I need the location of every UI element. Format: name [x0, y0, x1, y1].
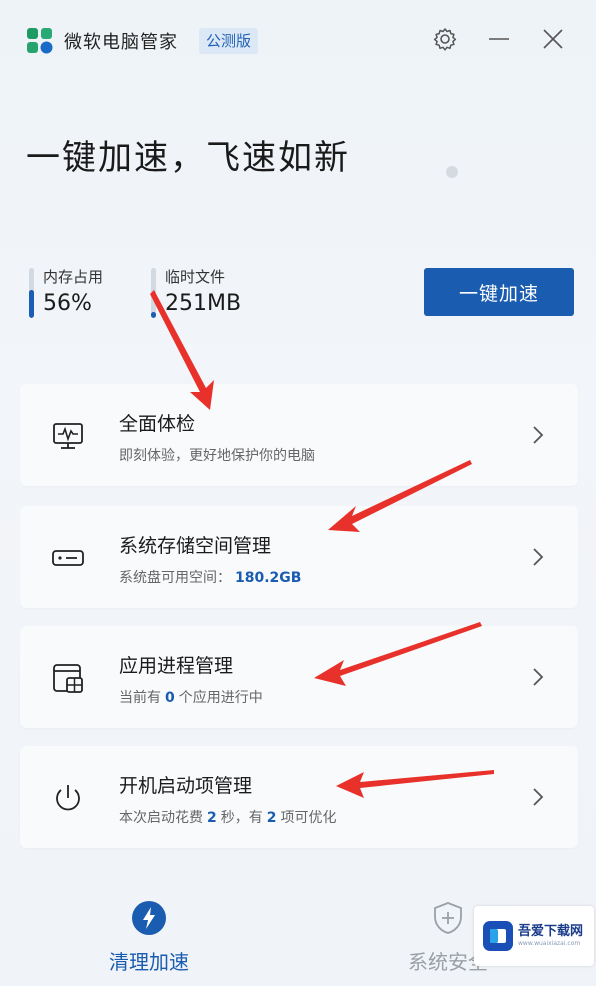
watermark-text: 吾爱下载网: [518, 924, 584, 939]
startup-seconds-value: 2: [207, 810, 217, 826]
card-title: 应用进程管理: [119, 655, 234, 677]
app-process-card[interactable]: 应用进程管理 当前有 0 个应用进行中: [20, 626, 578, 728]
tab-clean-boost[interactable]: 清理加速: [69, 876, 229, 986]
page-headline: 一键加速，飞速如新: [26, 138, 350, 178]
chevron-right-icon: [530, 666, 546, 688]
memory-usage-label: 内存占用: [43, 268, 104, 286]
chevron-right-icon: [530, 786, 546, 808]
temp-files-value: 251MB: [165, 291, 242, 316]
shield-plus-icon: [430, 900, 466, 936]
settings-gear-icon[interactable]: [430, 24, 460, 54]
site-watermark: 吾爱下载网 www.wuaixiazai.com: [474, 906, 594, 966]
card-subtitle-text: 秒，有: [220, 810, 263, 826]
tab-label: 清理加速: [109, 950, 189, 974]
one-click-boost-button[interactable]: 一键加速: [424, 268, 574, 316]
memory-usage-value: 56%: [43, 291, 92, 316]
card-subtitle-text: 本次启动花费: [119, 810, 203, 826]
memory-usage-bar: [29, 268, 34, 318]
free-space-value: 180.2GB: [235, 570, 302, 586]
app-logo-icon: [26, 27, 54, 55]
optimizable-items-count: 2: [266, 810, 277, 826]
card-subtitle: 系统盘可用空间： 180.2GB: [119, 567, 305, 587]
title-bar: 微软电脑管家 公测版: [0, 0, 596, 80]
memory-usage-stat: 内存占用 56%: [29, 264, 103, 320]
storage-management-card[interactable]: 系统存储空间管理 系统盘可用空间： 180.2GB: [20, 506, 578, 608]
card-subtitle: 即刻体验，更好地保护你的电脑: [119, 448, 315, 464]
watermark-logo-icon: [482, 920, 514, 952]
memory-usage-bar-fill: [29, 290, 34, 318]
chevron-right-icon: [530, 424, 546, 446]
chevron-right-icon: [530, 546, 546, 568]
card-subtitle-text: 当前有: [119, 690, 161, 706]
card-subtitle-text: 个应用进行中: [178, 690, 263, 706]
app-process-icon: [50, 660, 86, 696]
card-subtitle: 当前有 0 个应用进行中: [119, 687, 263, 707]
card-subtitle: 本次启动花费 2 秒，有 2 项可优化: [119, 807, 337, 827]
card-subtitle-text: 项可优化: [280, 810, 337, 826]
power-icon: [50, 780, 86, 816]
storage-drive-icon: [50, 540, 86, 576]
card-title: 系统存储空间管理: [119, 535, 272, 557]
lightning-icon: [131, 900, 167, 936]
temp-files-stat: 临时文件 251MB: [151, 264, 241, 320]
close-icon[interactable]: [538, 24, 568, 54]
startup-items-card[interactable]: 开机启动项管理 本次启动花费 2 秒，有 2 项可优化: [20, 746, 578, 848]
running-apps-count: 0: [165, 690, 175, 706]
watermark-url: www.wuaixiazai.com: [518, 940, 581, 947]
app-title: 微软电脑管家: [64, 32, 178, 53]
decorative-dot: [446, 166, 458, 178]
temp-files-bar: [151, 268, 156, 318]
card-title: 开机启动项管理: [119, 775, 253, 797]
card-title: 全面体检: [119, 413, 196, 435]
monitor-pulse-icon: [50, 418, 86, 454]
temp-files-label: 临时文件: [165, 268, 226, 286]
temp-files-bar-fill: [151, 312, 156, 318]
card-subtitle-text: 系统盘可用空间：: [119, 570, 231, 586]
beta-badge: 公测版: [199, 28, 259, 54]
minimize-icon[interactable]: [484, 24, 514, 54]
full-checkup-card[interactable]: 全面体检 即刻体验，更好地保护你的电脑: [20, 384, 578, 486]
